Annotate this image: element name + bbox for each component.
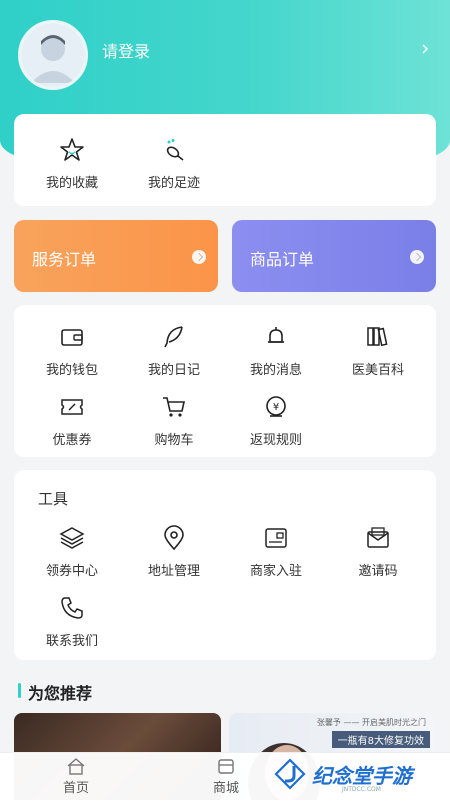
footprint-item[interactable]: 我的足迹	[124, 136, 224, 191]
tools-card: 工具 领券中心 地址管理 商家入驻 邀请码 联系我们	[14, 470, 436, 660]
shop-icon	[218, 759, 234, 774]
wallet-label: 我的钱包	[45, 363, 98, 378]
messages-label: 我的消息	[249, 363, 302, 378]
promo-line-1: 张馨予 —— 开启美肌时光之门	[316, 718, 426, 727]
encyclopedia-label: 医美百科	[351, 363, 404, 378]
tools-title: 工具	[38, 490, 69, 508]
invite-code-label: 邀请码	[358, 564, 398, 579]
watermark-name: 纪念堂手游	[312, 764, 412, 788]
address-item[interactable]: 地址管理	[124, 524, 224, 579]
address-label: 地址管理	[147, 564, 200, 579]
merchant-label: 商家入驻	[249, 564, 302, 579]
footprint-icon	[166, 139, 184, 161]
contact-item[interactable]: 联系我们	[22, 594, 122, 649]
avatar-icon	[21, 23, 85, 87]
encyclopedia-item[interactable]: 医美百科	[328, 323, 428, 378]
service-order-button[interactable]: 服务订单	[14, 220, 218, 292]
arrow-circle-icon	[410, 250, 424, 264]
tab-shop[interactable]: 商城	[186, 757, 266, 796]
messages-item[interactable]: 我的消息	[226, 323, 326, 378]
coupon-icon	[61, 399, 83, 415]
location-icon	[164, 525, 184, 551]
chevron-right-icon[interactable]	[420, 44, 430, 54]
coupon-item[interactable]: 优惠券	[22, 393, 122, 448]
coupon-center-item[interactable]: 领券中心	[22, 524, 122, 579]
recommend-title: 为您推荐	[28, 684, 93, 703]
footprint-label: 我的足迹	[147, 176, 200, 191]
favorites-item[interactable]: 我的收藏	[22, 136, 122, 191]
tab-home-label: 首页	[62, 781, 89, 796]
coupon-center-label: 领券中心	[45, 564, 98, 579]
layers-icon	[59, 527, 85, 549]
diary-item[interactable]: 我的日记	[124, 323, 224, 378]
service-order-label: 服务订单	[32, 250, 97, 269]
goods-order-button[interactable]: 商品订单	[232, 220, 436, 292]
cashback-icon: ¥	[266, 396, 286, 417]
wallet-item[interactable]: 我的钱包	[22, 323, 122, 378]
login-link[interactable]: 请登录	[102, 38, 150, 62]
promo-line-2: 一瓶有8大修复功效	[331, 731, 430, 748]
cashback-label: 返现规则	[249, 433, 302, 448]
wallet-icon	[61, 329, 83, 346]
books-icon	[367, 327, 388, 347]
svg-text:¥: ¥	[273, 402, 279, 413]
quick-card: 我的收藏 我的足迹	[14, 114, 436, 206]
bell-icon	[268, 327, 284, 343]
cart-item[interactable]: 购物车	[124, 393, 224, 448]
envelope-icon	[367, 527, 389, 548]
cart-label: 购物车	[154, 433, 194, 448]
cashback-item[interactable]: ¥ 返现规则	[226, 393, 326, 448]
arrow-circle-icon	[192, 250, 206, 264]
merchant-icon	[265, 528, 287, 548]
watermark: 纪念堂手游 JNTDCC.COM	[268, 752, 450, 800]
watermark-sub: JNTDCC.COM	[342, 786, 381, 793]
goods-order-label: 商品订单	[250, 250, 315, 269]
tab-home[interactable]: 首页	[36, 757, 116, 796]
invite-code-item[interactable]: 邀请码	[328, 524, 428, 579]
watermark-logo-icon	[274, 758, 306, 790]
avatar[interactable]	[18, 20, 88, 90]
coupon-label: 优惠券	[52, 433, 92, 448]
phone-icon	[61, 597, 83, 619]
feather-icon	[164, 326, 183, 348]
tab-shop-label: 商城	[212, 781, 239, 796]
services-card: 我的钱包 我的日记 我的消息 医美百科 优惠券 购物车 ¥ 返现规则	[14, 305, 436, 457]
merchant-item[interactable]: 商家入驻	[226, 524, 326, 579]
diary-label: 我的日记	[147, 363, 200, 378]
contact-label: 联系我们	[45, 634, 98, 649]
star-icon	[60, 138, 84, 161]
cart-icon	[163, 397, 185, 417]
favorites-label: 我的收藏	[45, 176, 98, 191]
home-icon	[67, 758, 85, 775]
section-accent-bar	[18, 683, 21, 698]
